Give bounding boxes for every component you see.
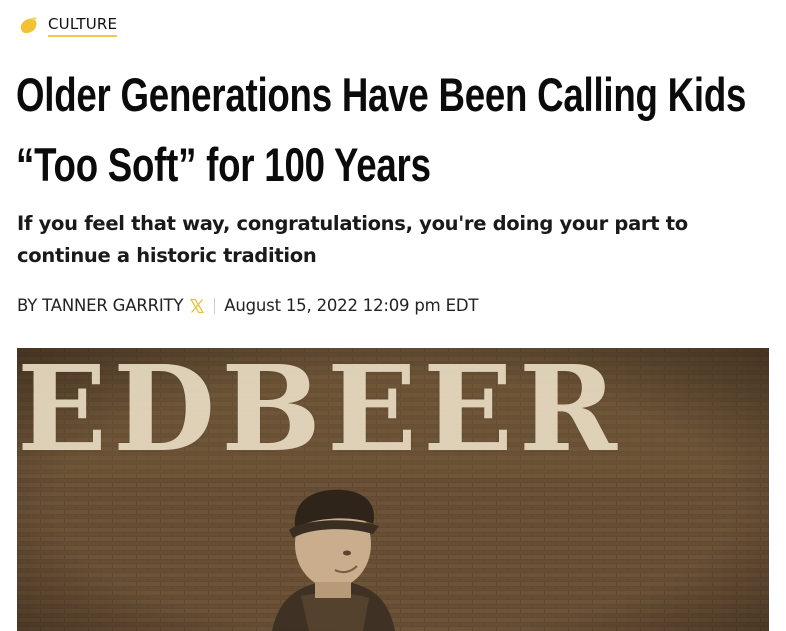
publish-date: August 15, 2022 12:09 pm EDT xyxy=(224,296,479,315)
lemon-icon xyxy=(20,17,37,34)
author-link[interactable]: TANNER GARRITY xyxy=(42,296,183,315)
article-headline: Older Generations Have Been Calling Kids… xyxy=(16,68,747,191)
article-dek: If you feel that way, congratulations, y… xyxy=(17,212,688,267)
hero-sign-text: EDBEER xyxy=(17,348,623,478)
byline: BY TANNER GARRITY August 15, 2022 12:09 … xyxy=(17,296,478,315)
hero-image: EDBEER xyxy=(17,348,769,631)
byline-prefix: BY xyxy=(17,296,38,315)
x-icon[interactable] xyxy=(189,298,205,314)
category-link[interactable]: CULTURE xyxy=(17,15,118,37)
byline-divider xyxy=(214,297,216,314)
category-label: CULTURE xyxy=(48,15,118,37)
